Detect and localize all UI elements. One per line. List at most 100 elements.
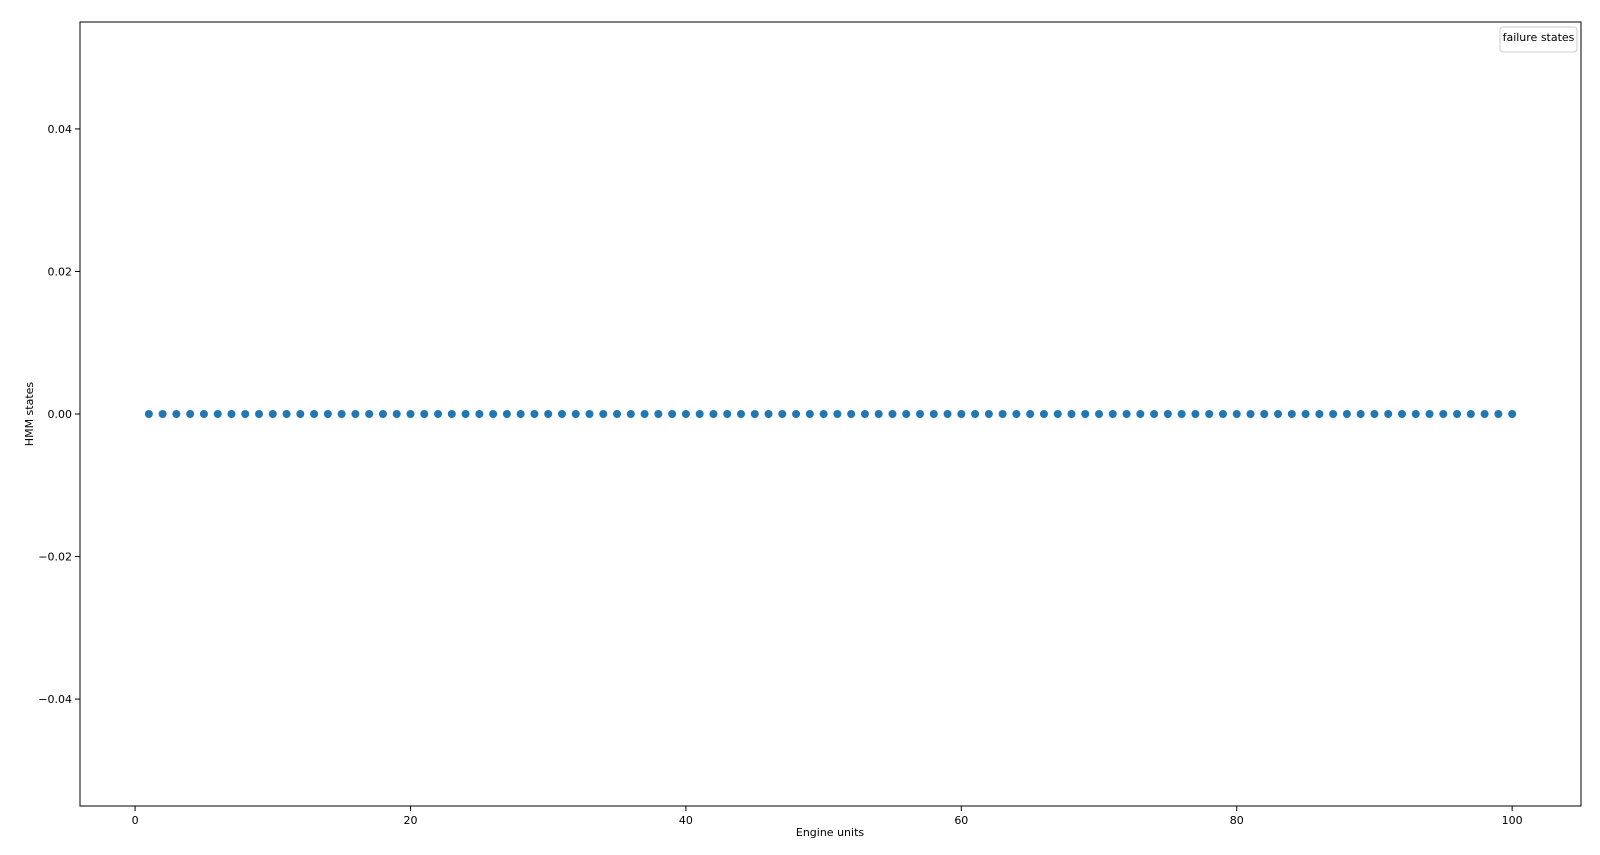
data-point: [1081, 410, 1090, 418]
data-point: [1356, 410, 1365, 418]
data-point: [1039, 410, 1048, 418]
data-point: [544, 410, 553, 418]
data-point: [1232, 410, 1241, 418]
data-point: [571, 410, 580, 418]
data-point: [1315, 410, 1324, 418]
data-point: [1260, 410, 1269, 418]
data-point: [984, 410, 993, 418]
data-point: [750, 410, 759, 418]
data-point: [1122, 410, 1131, 418]
data-point: [1246, 410, 1255, 418]
data-point: [1494, 410, 1503, 418]
legend: failure states: [1499, 26, 1578, 53]
data-point: [736, 410, 745, 418]
data-point: [764, 410, 773, 418]
data-point: [888, 410, 897, 418]
data-point: [1301, 410, 1310, 418]
data-point: [337, 410, 346, 418]
y-tick-label: −0.02: [38, 551, 72, 564]
chart: 0 20 40 60 80 100 −0.04 −0.02 0.00 0.02 0.04 Engi…: [0, 0, 1600, 855]
data-point: [406, 410, 415, 418]
data-point: [833, 410, 842, 418]
data-point: [1384, 410, 1393, 418]
data-point: [1480, 410, 1489, 418]
data-point: [943, 410, 952, 418]
data-point: [199, 410, 208, 418]
data-point: [668, 410, 677, 418]
data-point: [916, 410, 925, 418]
y-tick-label: 0.02: [48, 265, 73, 278]
data-point: [1067, 410, 1076, 418]
data-point: [227, 410, 236, 418]
data-point: [420, 410, 429, 418]
data-point: [709, 410, 718, 418]
legend-title: failure states: [1503, 31, 1575, 44]
data-point: [792, 410, 801, 418]
data-point: [1026, 410, 1035, 418]
data-point: [255, 410, 264, 418]
data-point: [1163, 410, 1172, 418]
data-point: [489, 410, 498, 418]
x-tick-label: 20: [403, 814, 417, 827]
data-point: [282, 410, 291, 418]
data-point: [1342, 410, 1351, 418]
data-point: [1205, 410, 1214, 418]
data-point: [957, 410, 966, 418]
x-tick-label: 0: [132, 814, 139, 827]
y-tick-label: 0.00: [48, 408, 73, 421]
data-point: [172, 410, 181, 418]
data-point: [1411, 410, 1420, 418]
data-point: [1218, 410, 1227, 418]
data-point: [392, 410, 401, 418]
data-point: [1466, 410, 1475, 418]
data-point: [819, 410, 828, 418]
data-point: [557, 410, 566, 418]
data-point: [847, 410, 856, 418]
data-point: [613, 410, 622, 418]
data-point: [296, 410, 305, 418]
chart-background: [0, 0, 1600, 855]
data-point: [365, 410, 374, 418]
data-point: [1329, 410, 1338, 418]
data-point: [695, 410, 704, 418]
data-point: [1508, 410, 1517, 418]
data-point: [1274, 410, 1283, 418]
data-point: [1012, 410, 1021, 418]
data-point: [241, 410, 250, 418]
data-point: [874, 410, 883, 418]
x-tick-label: 80: [1230, 814, 1244, 827]
data-point: [585, 410, 594, 418]
data-point: [461, 410, 470, 418]
data-point: [1191, 410, 1200, 418]
data-point: [681, 410, 690, 418]
data-point: [626, 410, 635, 418]
y-tick-label: 0.04: [48, 123, 73, 136]
data-point: [158, 410, 167, 418]
data-point: [860, 410, 869, 418]
data-point: [1095, 410, 1104, 418]
data-point: [144, 410, 153, 418]
data-point: [516, 410, 525, 418]
data-point: [640, 410, 649, 418]
data-point: [1053, 410, 1062, 418]
data-point: [1425, 410, 1434, 418]
data-point: [1177, 410, 1186, 418]
data-point: [323, 410, 332, 418]
data-point: [310, 410, 319, 418]
data-point: [1287, 410, 1296, 418]
data-point: [213, 410, 222, 418]
data-point: [805, 410, 814, 418]
data-point: [1150, 410, 1159, 418]
data-point: [502, 410, 511, 418]
data-point: [351, 410, 360, 418]
data-point: [778, 410, 787, 418]
data-point: [929, 410, 938, 418]
y-tick-label: −0.04: [38, 693, 72, 706]
data-point: [998, 410, 1007, 418]
data-point: [434, 410, 443, 418]
data-point: [654, 410, 663, 418]
x-tick-label: 60: [954, 814, 968, 827]
y-axis-label: HMM states: [23, 382, 36, 447]
data-point: [599, 410, 608, 418]
data-point: [902, 410, 911, 418]
